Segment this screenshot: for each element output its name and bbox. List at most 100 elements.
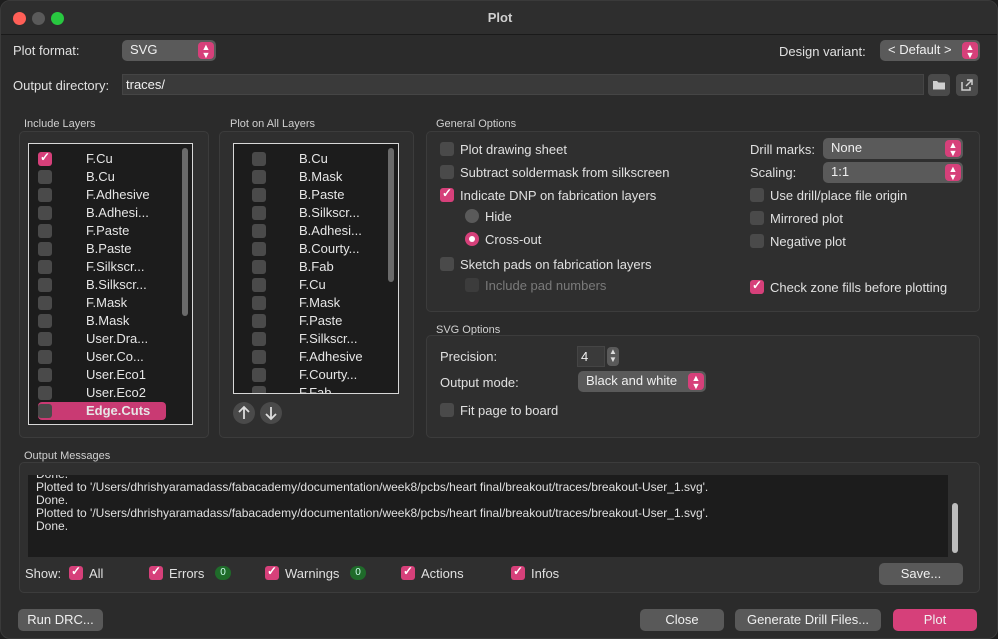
layer-checkbox[interactable]: [252, 332, 266, 346]
include-layer-row[interactable]: B.Paste: [29, 240, 192, 258]
drill-marks-select[interactable]: None ▲ ▼: [823, 138, 963, 159]
layer-checkbox[interactable]: [252, 242, 266, 256]
include-layer-row[interactable]: Edge.Cuts: [38, 402, 166, 420]
layer-checkbox[interactable]: [38, 368, 52, 382]
layer-checkbox[interactable]: [38, 332, 52, 346]
scaling-select[interactable]: 1:1 ▲ ▼: [823, 162, 963, 183]
layer-checkbox[interactable]: [252, 278, 266, 292]
show-actions-checkbox[interactable]: [401, 564, 415, 580]
all-layer-row[interactable]: B.Cu: [234, 150, 398, 168]
include-layer-row[interactable]: F.Paste: [29, 222, 192, 240]
fit-page-label: Fit page to board: [460, 403, 559, 418]
all-layer-row[interactable]: F.Silkscr...: [234, 330, 398, 348]
check-zone-fills-checkbox[interactable]: [750, 278, 764, 294]
include-layer-row[interactable]: User.Eco1: [29, 366, 192, 384]
design-variant-select[interactable]: < Default > ▲ ▼: [880, 40, 980, 61]
all-layer-row[interactable]: B.Adhesi...: [234, 222, 398, 240]
layer-checkbox[interactable]: [252, 152, 266, 166]
layer-checkbox[interactable]: [252, 188, 266, 202]
all-layer-row[interactable]: B.Silkscr...: [234, 204, 398, 222]
layer-name: B.Mask: [299, 169, 343, 184]
show-warnings-checkbox[interactable]: [265, 564, 279, 580]
layer-checkbox[interactable]: [252, 296, 266, 310]
layer-checkbox[interactable]: [38, 242, 52, 256]
subtract-soldermask-checkbox[interactable]: [440, 165, 454, 179]
plot-button[interactable]: Plot: [893, 609, 977, 631]
all-layer-row[interactable]: B.Mask: [234, 168, 398, 186]
cross-out-radio[interactable]: [465, 232, 479, 246]
include-layer-row[interactable]: User.Eco2: [29, 384, 192, 402]
all-layer-row[interactable]: F.Fab: [234, 384, 398, 393]
show-infos-checkbox[interactable]: [511, 564, 525, 580]
all-layer-row[interactable]: B.Paste: [234, 186, 398, 204]
hide-radio[interactable]: [465, 209, 479, 223]
layer-checkbox[interactable]: [252, 224, 266, 238]
layer-checkbox[interactable]: [252, 206, 266, 220]
include-layer-row[interactable]: B.Mask: [29, 312, 192, 330]
all-layer-row[interactable]: B.Courty...: [234, 240, 398, 258]
layer-checkbox[interactable]: [38, 350, 52, 364]
show-all-checkbox[interactable]: [69, 564, 83, 580]
all-layer-row[interactable]: F.Paste: [234, 312, 398, 330]
open-external-icon[interactable]: [956, 74, 978, 96]
plot-all-layers-list[interactable]: B.Cu B.Mask B.Paste B.Silkscr... B.Adhesi...…: [233, 143, 399, 394]
folder-icon[interactable]: [928, 74, 950, 96]
output-messages-log[interactable]: Done.Plotted to '/Users/dhrishyaramadass…: [28, 475, 948, 557]
output-dir-input[interactable]: traces/: [122, 74, 924, 95]
layer-checkbox[interactable]: [38, 260, 52, 274]
messages-scrollbar[interactable]: [952, 503, 958, 553]
stepper-icon[interactable]: ▲ ▼: [607, 347, 619, 366]
layer-checkbox[interactable]: [252, 170, 266, 184]
all-layer-row[interactable]: F.Adhesive: [234, 348, 398, 366]
include-layer-row[interactable]: F.Cu: [29, 150, 192, 168]
generate-drill-files-button[interactable]: Generate Drill Files...: [735, 609, 881, 631]
layer-checkbox[interactable]: [38, 404, 52, 418]
close-button[interactable]: Close: [640, 609, 724, 631]
include-layers-list[interactable]: F.Cu B.Cu F.Adhesive B.Adhesi... F.Paste B.Pa…: [28, 143, 193, 425]
include-layer-row[interactable]: User.Dra...: [29, 330, 192, 348]
arrow-up-icon[interactable]: [233, 402, 255, 424]
layer-checkbox[interactable]: [38, 386, 52, 400]
plot-drawing-sheet-checkbox[interactable]: [440, 142, 454, 156]
all-layer-row[interactable]: F.Courty...: [234, 366, 398, 384]
layer-checkbox[interactable]: [252, 260, 266, 274]
layer-name: User.Dra...: [86, 331, 149, 346]
save-messages-button[interactable]: Save...: [879, 563, 963, 585]
all-layer-row[interactable]: B.Fab: [234, 258, 398, 276]
layer-checkbox[interactable]: [38, 314, 52, 328]
include-layer-row[interactable]: F.Mask: [29, 294, 192, 312]
layer-checkbox[interactable]: [38, 170, 52, 184]
use-drill-origin-checkbox[interactable]: [750, 188, 764, 202]
layer-checkbox[interactable]: [38, 296, 52, 310]
layer-checkbox[interactable]: [252, 314, 266, 328]
layer-checkbox[interactable]: [252, 350, 266, 364]
plot-format-select[interactable]: SVG ▲ ▼: [122, 40, 216, 61]
layer-checkbox[interactable]: [38, 188, 52, 202]
layer-checkbox[interactable]: [38, 150, 52, 166]
all-layer-row[interactable]: F.Cu: [234, 276, 398, 294]
layer-checkbox[interactable]: [38, 224, 52, 238]
arrow-down-icon[interactable]: [260, 402, 282, 424]
include-layer-row[interactable]: B.Adhesi...: [29, 204, 192, 222]
fit-page-checkbox[interactable]: [440, 403, 454, 417]
precision-input[interactable]: 4: [577, 346, 605, 367]
mirrored-plot-checkbox[interactable]: [750, 211, 764, 225]
message-line: Plotted to '/Users/dhrishyaramadass/faba…: [36, 506, 709, 520]
run-drc-button[interactable]: Run DRC...: [18, 609, 103, 631]
include-layer-row[interactable]: B.Cu: [29, 168, 192, 186]
sketch-pads-checkbox[interactable]: [440, 257, 454, 271]
include-layer-row[interactable]: B.Silkscr...: [29, 276, 192, 294]
layer-checkbox[interactable]: [252, 386, 266, 393]
include-layer-row[interactable]: User.Co...: [29, 348, 192, 366]
include-layer-row[interactable]: F.Adhesive: [29, 186, 192, 204]
include-layer-row[interactable]: F.Silkscr...: [29, 258, 192, 276]
negative-plot-checkbox[interactable]: [750, 234, 764, 248]
show-errors-checkbox[interactable]: [149, 564, 163, 580]
indicate-dnp-checkbox[interactable]: [440, 186, 454, 202]
layer-checkbox[interactable]: [38, 206, 52, 220]
layer-checkbox[interactable]: [38, 278, 52, 292]
include-pad-numbers-checkbox[interactable]: [465, 278, 479, 292]
layer-checkbox[interactable]: [252, 368, 266, 382]
output-mode-select[interactable]: Black and white ▲ ▼: [578, 371, 706, 392]
all-layer-row[interactable]: F.Mask: [234, 294, 398, 312]
